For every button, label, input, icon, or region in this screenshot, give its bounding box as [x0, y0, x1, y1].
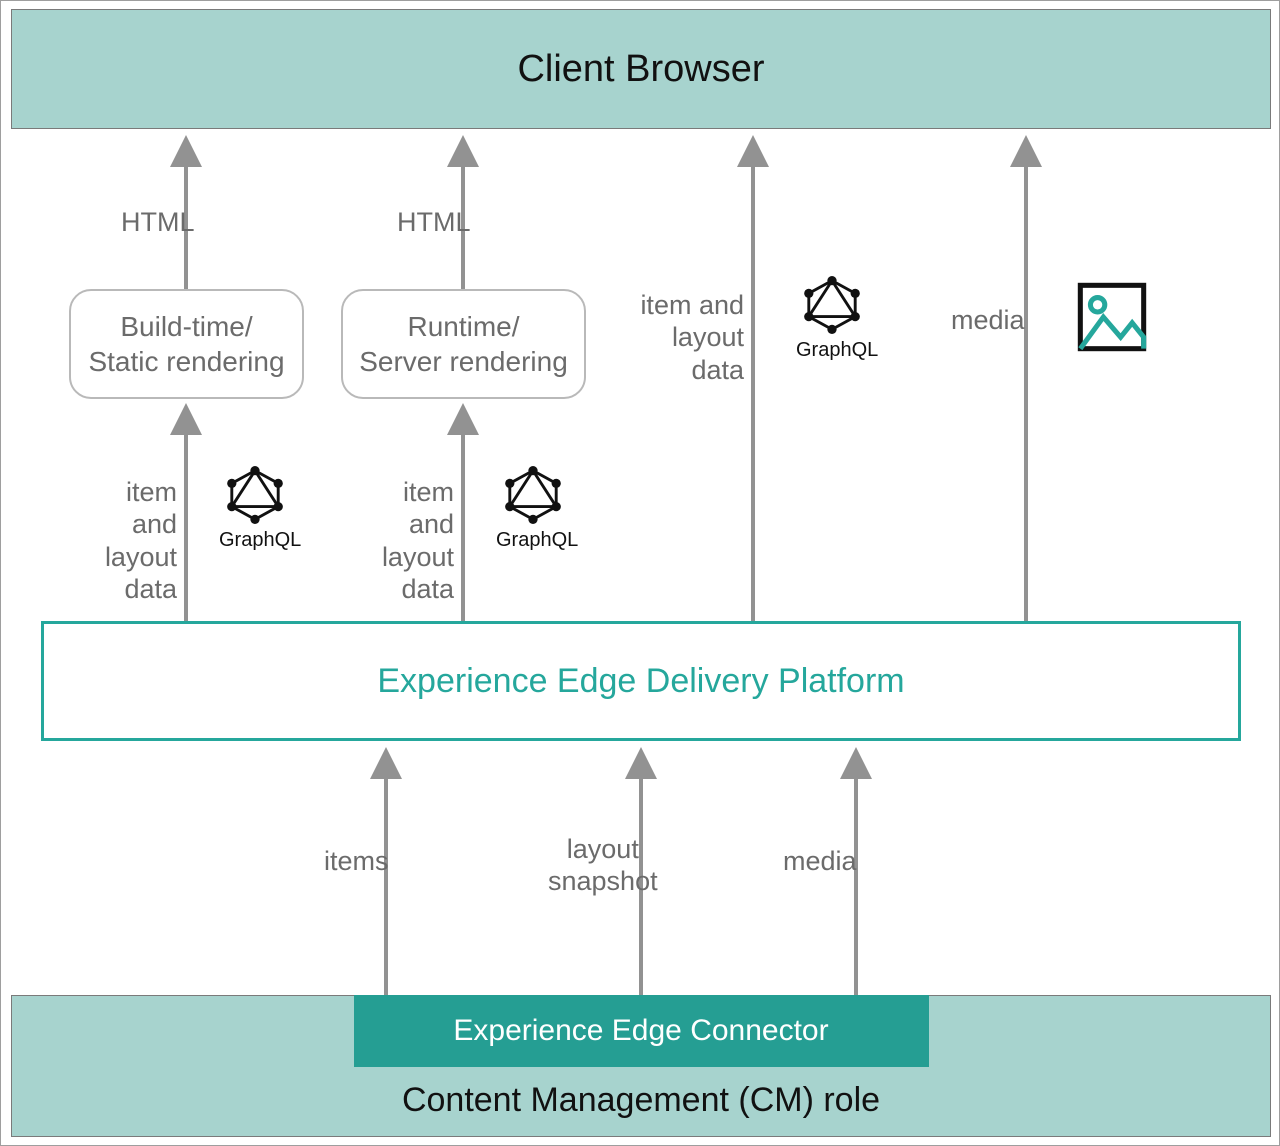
cm-role-label: Content Management (CM) role [402, 1081, 880, 1120]
edge-platform-block: Experience Edge Delivery Platform [41, 621, 1241, 741]
media-label-top: media [951, 304, 1025, 336]
arrows-layer [1, 1, 1280, 1146]
items-label: items [324, 845, 389, 877]
html-label-2: HTML [397, 206, 471, 238]
edge-platform-label: Experience Edge Delivery Platform [377, 662, 904, 701]
graphql-label-1: GraphQL [219, 529, 301, 552]
edge-connector-block: Experience Edge Connector [354, 995, 929, 1067]
cm-role-block: Experience Edge Connector Content Manage… [11, 995, 1271, 1137]
image-icon [1076, 281, 1148, 353]
client-browser-block: Client Browser [11, 9, 1271, 129]
runtime-block: Runtime/ Server rendering [341, 289, 586, 399]
graphql-icon-3 [803, 276, 861, 334]
client-browser-label: Client Browser [517, 48, 764, 91]
build-time-block: Build-time/ Static rendering [69, 289, 304, 399]
graphql-label-2: GraphQL [496, 529, 578, 552]
graphql-icon-1 [226, 466, 284, 524]
diagram-canvas: Client Browser HTML HTML Build-time/ Sta… [0, 0, 1280, 1146]
media-label-bottom: media [783, 845, 857, 877]
edge-connector-label: Experience Edge Connector [453, 1014, 828, 1048]
graphql-icon-2 [504, 466, 562, 524]
html-label-1: HTML [121, 206, 195, 238]
item-layout-label-1: item and layout data [77, 476, 177, 606]
layout-snapshot-label: layout snapshot [548, 833, 658, 898]
item-layout-label-3: item and layout data [638, 289, 744, 386]
build-time-label: Build-time/ Static rendering [88, 309, 284, 379]
graphql-label-3: GraphQL [796, 339, 878, 362]
item-layout-label-2: item and layout data [354, 476, 454, 606]
runtime-label: Runtime/ Server rendering [359, 309, 568, 379]
